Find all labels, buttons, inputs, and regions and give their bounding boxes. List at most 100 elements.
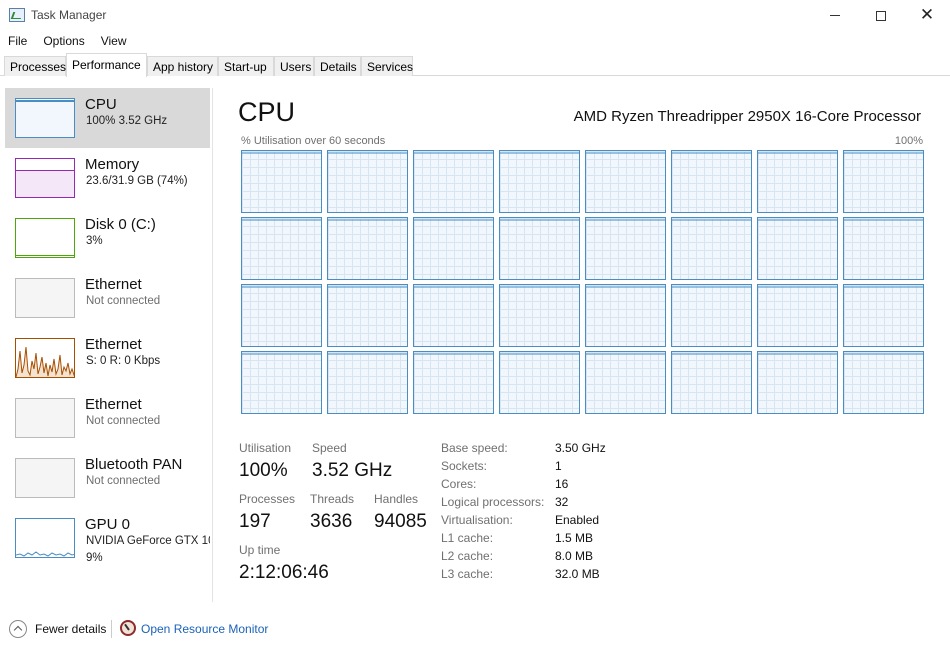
sidebar-item-gpu-0[interactable]: GPU 0 NVIDIA GeForce GTX 1070 9%	[5, 508, 210, 568]
virtualisation-value: Enabled	[555, 513, 600, 527]
sidebar-item-value: 9%	[86, 552, 103, 564]
sidebar-item-title: Ethernet	[85, 336, 142, 353]
sidebar-item-memory[interactable]: Memory 23.6/31.9 GB (74%)	[5, 148, 210, 208]
sidebar-item-title: Bluetooth PAN	[85, 456, 183, 473]
logical-processor-graph	[671, 351, 752, 414]
uptime-label: Up time	[239, 543, 281, 557]
ethernet-thumbnail-graph	[15, 398, 75, 438]
virtualisation-label: Virtualisation:	[441, 513, 513, 527]
l3-cache-label: L3 cache:	[441, 567, 494, 581]
utilisation-value: 100%	[239, 460, 288, 481]
menu-options[interactable]: Options	[35, 31, 92, 51]
logical-processor-graph	[671, 217, 752, 280]
handles-label: Handles	[374, 492, 419, 506]
tab-details[interactable]: Details	[314, 56, 361, 76]
logical-processor-graph	[757, 284, 838, 347]
sidebar-item-title: GPU 0	[85, 516, 131, 533]
tab-app-history[interactable]: App history	[147, 56, 218, 76]
logical-processor-graph	[241, 284, 322, 347]
memory-thumbnail-graph	[15, 158, 75, 198]
resource-monitor-icon[interactable]	[120, 620, 136, 636]
footer-bar: Fewer details Open Resource Monitor	[0, 612, 950, 646]
minimize-button[interactable]	[812, 0, 858, 31]
logical-processors-value: 32	[555, 495, 569, 509]
logical-processor-graph	[843, 284, 924, 347]
logical-processor-graph	[843, 217, 924, 280]
menu-file[interactable]: File	[0, 31, 35, 51]
l1-cache-value: 1.5 MB	[555, 531, 594, 545]
disk-thumbnail-graph	[15, 218, 75, 258]
logical-processor-graph	[671, 150, 752, 213]
logical-processors-label: Logical processors:	[441, 495, 545, 509]
tab-users[interactable]: Users	[274, 56, 314, 76]
sidebar-item-subtitle: 23.6/31.9 GB (74%)	[86, 175, 188, 187]
maximize-icon	[876, 10, 886, 21]
menu-view[interactable]: View	[93, 31, 135, 51]
bluetooth-thumbnail-graph	[15, 458, 75, 498]
logical-processor-graph	[413, 351, 494, 414]
open-resource-monitor-link[interactable]: Open Resource Monitor	[141, 622, 268, 636]
fewer-details-link[interactable]: Fewer details	[35, 622, 106, 636]
base-speed-value: 3.50 GHz	[555, 441, 606, 455]
sockets-label: Sockets:	[441, 459, 488, 473]
sidebar-item-ethernet-3[interactable]: Ethernet Not connected	[5, 388, 210, 448]
minimize-icon	[830, 15, 840, 16]
graph-caption: % Utilisation over 60 seconds	[241, 135, 386, 147]
sidebar-item-title: Memory	[85, 156, 140, 173]
logical-processor-graph	[327, 284, 408, 347]
logical-processor-graph	[585, 284, 666, 347]
cores-label: Cores:	[441, 477, 477, 491]
logical-processor-graph	[499, 217, 580, 280]
logical-processor-graph	[585, 217, 666, 280]
ethernet-thumbnail-graph	[15, 278, 75, 318]
tab-performance[interactable]: Performance	[66, 53, 147, 77]
sidebar-item-subtitle: S: 0 R: 0 Kbps	[86, 355, 161, 367]
cores-value: 16	[555, 477, 569, 491]
close-icon: ✕	[919, 5, 935, 25]
logical-processor-graph	[327, 150, 408, 213]
tab-processes[interactable]: Processes	[4, 56, 66, 76]
tab-start-up[interactable]: Start-up	[218, 56, 274, 76]
close-button[interactable]: ✕	[904, 0, 950, 31]
logical-processor-graph	[413, 217, 494, 280]
chevron-up-icon[interactable]	[9, 620, 27, 638]
ethernet-activity-sparkline	[16, 346, 74, 377]
logical-processor-graph	[499, 150, 580, 213]
sidebar-item-title: Ethernet	[85, 396, 142, 413]
logical-processor-graph	[327, 217, 408, 280]
logical-processor-graph	[757, 217, 838, 280]
sidebar-item-title: CPU	[85, 96, 117, 113]
title-bar: Task Manager ✕	[0, 0, 950, 31]
logical-processor-graph	[241, 351, 322, 414]
gpu-thumbnail-graph	[15, 518, 75, 558]
logical-processor-graph	[413, 150, 494, 213]
logical-processor-graph	[413, 284, 494, 347]
menu-bar: File Options View	[0, 31, 950, 51]
handles-value: 94085	[374, 511, 427, 532]
l2-cache-value: 8.0 MB	[555, 549, 594, 563]
sidebar-item-disk-0[interactable]: Disk 0 (C:) 3%	[5, 208, 210, 268]
sidebar-divider	[212, 88, 213, 602]
sidebar-item-bluetooth-pan[interactable]: Bluetooth PAN Not connected	[5, 448, 210, 508]
logical-processor-graph	[671, 284, 752, 347]
sidebar-item-subtitle: Not connected	[86, 415, 161, 427]
maximize-button[interactable]	[858, 0, 904, 31]
footer-divider	[111, 620, 112, 638]
threads-value: 3636	[310, 511, 353, 532]
threads-label: Threads	[310, 492, 355, 506]
tab-services[interactable]: Services	[361, 56, 413, 76]
logical-processor-graph	[843, 150, 924, 213]
sidebar-item-subtitle: 100% 3.52 GHz	[86, 115, 168, 127]
l2-cache-label: L2 cache:	[441, 549, 494, 563]
sidebar-item-cpu[interactable]: CPU 100% 3.52 GHz	[5, 88, 210, 148]
utilisation-label: Utilisation	[239, 441, 292, 455]
sidebar-item-ethernet-2[interactable]: Ethernet S: 0 R: 0 Kbps	[5, 328, 210, 388]
logical-processor-graph	[499, 351, 580, 414]
logical-processor-graph	[241, 150, 322, 213]
processes-label: Processes	[239, 492, 296, 506]
logical-processor-graph	[757, 351, 838, 414]
logical-processor-graphs[interactable]	[241, 150, 924, 415]
sidebar-item-title: Ethernet	[85, 276, 142, 293]
page-title: CPU	[238, 97, 296, 127]
sidebar-item-ethernet-1[interactable]: Ethernet Not connected	[5, 268, 210, 328]
